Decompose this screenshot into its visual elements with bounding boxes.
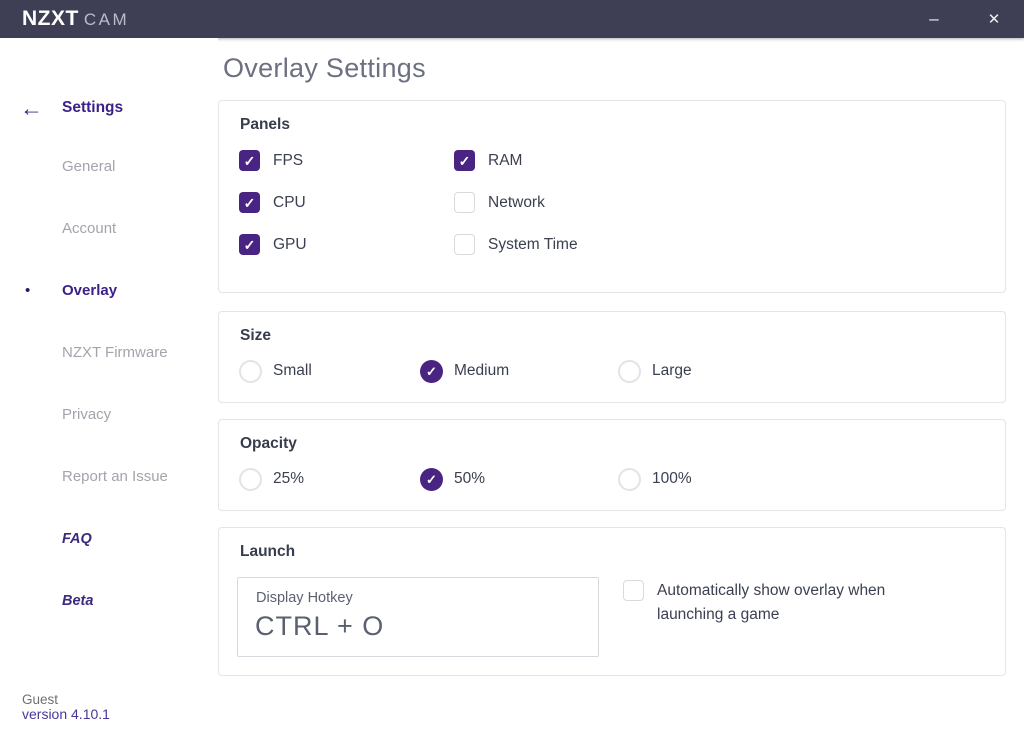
sidebar-item-faq[interactable]: • FAQ [0,527,218,551]
titlebar: NZXT CAM – ✕ [0,0,1024,38]
checkbox-cpu[interactable]: ✓ CPU [239,192,454,213]
close-icon: ✕ [988,10,1001,28]
checkbox-icon[interactable]: ✓ [454,150,475,171]
radio-label: Medium [454,362,509,380]
panels-checkbox-grid: ✓ FPS ✓ CPU ✓ GPU ✓ RAM ✓ Network ✓ Syst… [239,150,669,255]
page-title: Overlay Settings [223,53,426,84]
checkbox-icon[interactable]: ✓ [454,192,475,213]
sidebar-item-label: Privacy [62,403,111,427]
size-heading: Size [240,327,271,345]
checkmark-icon: ✓ [426,365,437,378]
opacity-radio-group: ✓ 25% ✓ 50% ✓ 100% [219,467,1005,493]
settings-header-label: Settings [62,95,123,121]
checkbox-icon[interactable]: ✓ [239,192,260,213]
minimize-icon: – [929,9,938,29]
checkmark-icon: ✓ [244,154,256,168]
sidebar-item-report-an-issue[interactable]: • Report an Issue [0,465,218,489]
sidebar-item-label: Account [62,217,116,241]
radio-icon[interactable]: ✓ [239,360,262,383]
active-bullet-icon: • [25,279,30,303]
radio-label: Small [273,362,312,380]
checkmark-icon: ✓ [244,196,256,210]
launch-card: Launch Display Hotkey CTRL + O ✓ Automat… [218,527,1006,676]
radio-label: 50% [454,470,485,488]
hotkey-field-label: Display Hotkey [256,590,353,606]
back-arrow-icon[interactable]: ← [20,95,43,121]
radio-opacity-100[interactable]: ✓ 100% [618,467,692,491]
sidebar-item-overlay[interactable]: • Overlay [0,279,218,303]
radio-icon[interactable]: ✓ [239,468,262,491]
sidebar-nav: • General • Account • Overlay • NZXT Fir… [0,155,218,651]
radio-icon[interactable]: ✓ [618,360,641,383]
sidebar-footer: Guest version 4.10.1 [22,692,110,722]
checkbox-label: System Time [488,236,578,254]
sidebar-item-beta[interactable]: • Beta [0,589,218,613]
sidebar-item-label: General [62,155,115,179]
radio-icon[interactable]: ✓ [420,468,443,491]
checkbox-network[interactable]: ✓ Network [454,192,669,213]
panels-card: Panels ✓ FPS ✓ CPU ✓ GPU ✓ RAM ✓ Network… [218,100,1006,293]
sidebar-item-label: Beta [62,589,93,613]
sidebar-item-label: NZXT Firmware [62,341,168,365]
size-radio-group: ✓ Small ✓ Medium ✓ Large [219,359,1005,385]
checkbox-icon[interactable]: ✓ [239,150,260,171]
auto-show-overlay-option[interactable]: ✓ Automatically show overlay when launch… [623,579,935,627]
app-version: version 4.10.1 [22,707,110,722]
checkbox-icon[interactable]: ✓ [239,234,260,255]
sidebar-item-general[interactable]: • General [0,155,218,179]
auto-show-label: Automatically show overlay when launchin… [657,579,935,627]
opacity-heading: Opacity [240,435,297,453]
checkbox-system-time[interactable]: ✓ System Time [454,234,669,255]
radio-icon[interactable]: ✓ [420,360,443,383]
radio-label: 100% [652,470,692,488]
checkbox-label: GPU [273,236,307,254]
radio-opacity-50[interactable]: ✓ 50% [420,467,485,491]
radio-opacity-25[interactable]: ✓ 25% [239,467,304,491]
settings-sidebar: ← Settings • General • Account • Overlay… [0,38,218,739]
checkbox-label: Network [488,194,545,212]
logo-nzxt: NZXT [22,7,79,31]
sidebar-item-privacy[interactable]: • Privacy [0,403,218,427]
sidebar-item-label: FAQ [62,527,92,551]
logo-cam: CAM [84,10,129,30]
checkbox-label: CPU [273,194,306,212]
launch-heading: Launch [240,543,295,561]
sidebar-item-nzxt-firmware[interactable]: • NZXT Firmware [0,341,218,365]
checkmark-icon: ✓ [459,154,471,168]
hotkey-field-value: CTRL + O [255,611,384,642]
checkbox-label: FPS [273,152,303,170]
sidebar-item-label: Report an Issue [62,465,168,489]
app-logo: NZXT CAM [22,7,129,31]
sidebar-item-label: Overlay [62,279,117,303]
opacity-card: Opacity ✓ 25% ✓ 50% ✓ 100% [218,419,1006,511]
sidebar-item-account[interactable]: • Account [0,217,218,241]
minimize-button[interactable]: – [904,0,964,38]
radio-size-medium[interactable]: ✓ Medium [420,359,509,383]
close-button[interactable]: ✕ [964,0,1024,38]
logged-in-user: Guest [22,692,110,707]
checkbox-fps[interactable]: ✓ FPS [239,150,454,171]
display-hotkey-field[interactable]: Display Hotkey CTRL + O [237,577,599,657]
checkmark-icon: ✓ [244,238,256,252]
checkbox-ram[interactable]: ✓ RAM [454,150,669,171]
radio-icon[interactable]: ✓ [618,468,641,491]
panels-heading: Panels [240,116,290,134]
radio-size-small[interactable]: ✓ Small [239,359,312,383]
settings-back-header[interactable]: ← Settings [0,95,218,121]
checkmark-icon: ✓ [426,473,437,486]
radio-size-large[interactable]: ✓ Large [618,359,692,383]
checkbox-icon[interactable]: ✓ [454,234,475,255]
checkbox-gpu[interactable]: ✓ GPU [239,234,454,255]
window-controls: – ✕ [904,0,1024,38]
checkbox-label: RAM [488,152,522,170]
auto-show-checkbox[interactable]: ✓ [623,580,644,601]
radio-label: Large [652,362,692,380]
size-card: Size ✓ Small ✓ Medium ✓ Large [218,311,1006,403]
radio-label: 25% [273,470,304,488]
